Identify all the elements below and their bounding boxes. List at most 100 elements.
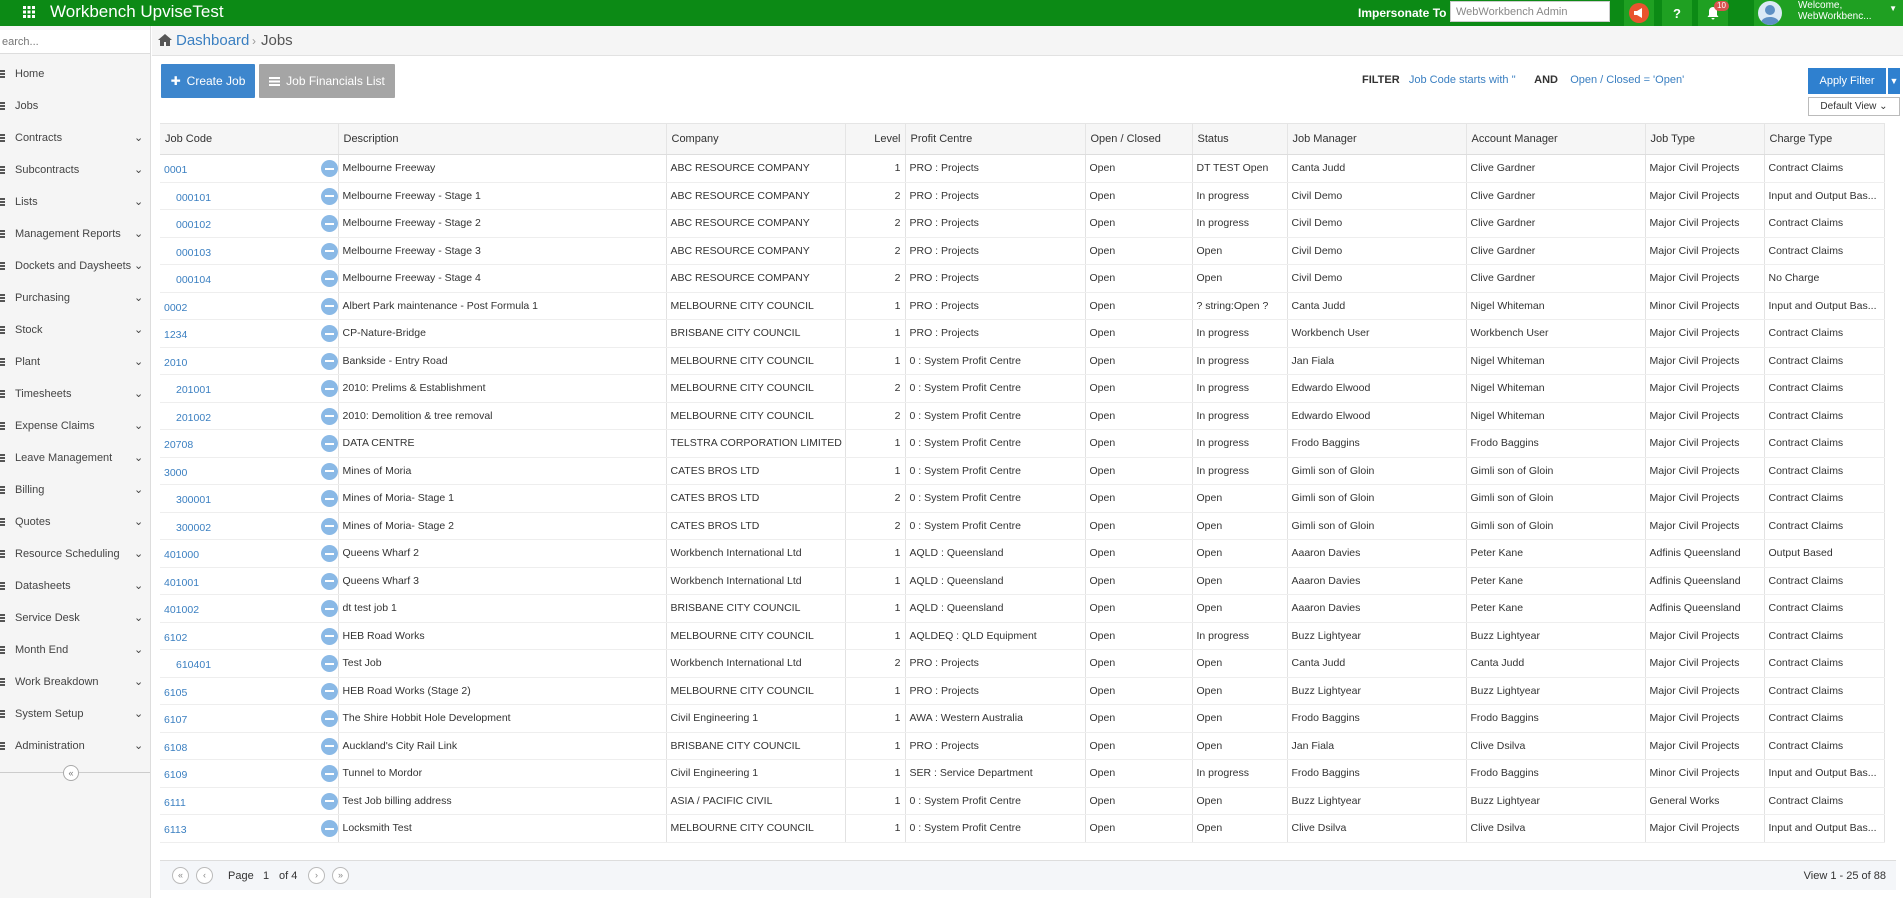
job-code-link[interactable]: 201001 [176,384,211,396]
job-code-link[interactable]: 300002 [176,522,211,534]
sidebar-item-quotes[interactable]: Quotes ⌄ [0,506,150,538]
row-collapse-icon[interactable] [320,792,337,810]
column-header-job-manager[interactable]: Job Manager [1287,123,1467,155]
filter-condition-job-code[interactable]: Job Code starts with '' [1409,74,1516,86]
job-code-link[interactable]: 1234 [164,329,187,341]
row-collapse-icon[interactable] [320,517,337,535]
notifications-button[interactable]: 10 [1698,0,1729,26]
announcement-button[interactable] [1624,0,1654,26]
row-collapse-icon[interactable] [320,325,337,342]
job-code-link[interactable]: 6113 [164,824,187,836]
job-code-link[interactable]: 6109 [164,769,187,781]
column-header-job-code[interactable]: Job Code [160,123,339,155]
table-row[interactable]: 000103 Melbourne Freeway - Stage 3 ABC RES… [160,237,1885,265]
apply-filter-dropdown-icon[interactable]: ▼ [1888,68,1900,94]
row-collapse-icon[interactable] [320,352,337,370]
breadcrumb-dashboard[interactable]: Dashboard [176,32,249,49]
table-row[interactable]: 401002 dt test job 1 BRISBANE CITY COUNCIL… [160,594,1885,623]
sidebar-item-lists[interactable]: Lists ⌄ [0,186,150,218]
column-header-charge-type[interactable]: Charge Type [1764,123,1885,155]
table-row[interactable]: 300002 Mines of Moria- Stage 2 CATES BROS … [160,512,1885,540]
job-code-link[interactable]: 201002 [176,412,211,424]
row-collapse-icon[interactable] [320,820,337,837]
row-collapse-icon[interactable] [320,600,337,617]
sidebar-item-datasheets[interactable]: Datasheets ⌄ [0,570,150,602]
sidebar-item-timesheets[interactable]: Timesheets ⌄ [0,378,150,410]
table-row[interactable]: 6113 Locksmith Test MELBOURNE CITY COUNCIL… [160,814,1885,843]
row-collapse-icon[interactable] [320,242,337,260]
row-collapse-icon[interactable] [320,572,337,590]
job-code-link[interactable]: 401001 [164,577,199,589]
table-row[interactable]: 1234 CP-Nature-Bridge BRISBANE CITY COUNCI… [160,319,1885,348]
job-code-link[interactable]: 6105 [164,687,187,699]
row-collapse-icon[interactable] [320,407,337,425]
job-code-link[interactable]: 6108 [164,742,187,754]
sidebar-item-resource-scheduling[interactable]: Resource Scheduling ⌄ [0,538,150,570]
row-collapse-icon[interactable] [320,380,337,397]
sidebar-item-plant[interactable]: Plant ⌄ [0,346,150,378]
sidebar-item-leave-management[interactable]: Leave Management ⌄ [0,442,150,474]
row-collapse-icon[interactable] [320,297,337,315]
column-header-profit-centre[interactable]: Profit Centre [905,123,1086,155]
table-row[interactable]: 0002 Albert Park maintenance - Post Formu… [160,292,1885,320]
table-row[interactable]: 6105 HEB Road Works (Stage 2) MELBOURNE CI… [160,677,1885,705]
sidebar-search-input[interactable] [0,30,150,54]
row-collapse-icon[interactable] [320,682,337,700]
apply-filter-button[interactable]: Apply Filter [1808,68,1886,94]
row-collapse-icon[interactable] [320,490,337,507]
table-row[interactable]: 6108 Auckland's City Rail Link BRISBANE CI… [160,732,1885,760]
job-code-link[interactable]: 401002 [164,604,199,616]
sidebar-item-billing[interactable]: Billing ⌄ [0,474,150,506]
row-collapse-icon[interactable] [320,765,337,782]
job-code-link[interactable]: 000104 [176,274,211,286]
row-collapse-icon[interactable] [320,160,337,177]
sidebar-item-jobs[interactable]: Jobs [0,90,150,122]
job-code-link[interactable]: 2010 [164,357,187,369]
page-number-input[interactable] [256,866,276,885]
table-row[interactable]: 0001 Melbourne Freeway ABC RESOURCE COMPAN… [160,154,1885,183]
sidebar-item-contracts[interactable]: Contracts ⌄ [0,122,150,154]
job-code-link[interactable]: 20708 [164,439,193,451]
job-code-link[interactable]: 610401 [176,659,211,671]
job-code-link[interactable]: 0002 [164,302,187,314]
table-row[interactable]: 300001 Mines of Moria- Stage 1 CATES BROS … [160,484,1885,513]
column-header-account-manager[interactable]: Account Manager [1466,123,1646,155]
sidebar-item-stock[interactable]: Stock ⌄ [0,314,150,346]
column-header-description[interactable]: Description [338,123,667,155]
table-row[interactable]: 6102 HEB Road Works MELBOURNE CITY COUNCIL… [160,622,1885,650]
table-row[interactable]: 000102 Melbourne Freeway - Stage 2 ABC RES… [160,209,1885,238]
next-page-icon[interactable]: › [308,867,325,884]
job-code-link[interactable]: 300001 [176,494,211,506]
sidebar-item-subcontracts[interactable]: Subcontracts ⌄ [0,154,150,186]
filter-condition-open-closed[interactable]: Open / Closed = 'Open' [1570,74,1684,86]
table-row[interactable]: 2010 Bankside - Entry Road MELBOURNE CITY … [160,347,1885,375]
sidebar-item-purchasing[interactable]: Purchasing ⌄ [0,282,150,314]
sidebar-item-administration[interactable]: Administration ⌄ [0,730,150,762]
table-row[interactable]: 6111 Test Job billing address ASIA / PACIF… [160,787,1885,815]
column-header-status[interactable]: Status [1192,123,1288,155]
table-row[interactable]: 201002 2010: Demolition & tree removal MEL… [160,402,1885,430]
sidebar-item-system-setup[interactable]: System Setup ⌄ [0,698,150,730]
column-header-open-closed[interactable]: Open / Closed [1085,123,1193,155]
table-row[interactable]: 3000 Mines of Moria CATES BROS LTD 1 0 : Sys… [160,457,1885,485]
help-button[interactable]: ? [1662,0,1692,26]
job-code-link[interactable]: 6102 [164,632,187,644]
table-row[interactable]: 6107 The Shire Hobbit Hole Development Civ… [160,704,1885,733]
collapse-icon[interactable]: « [63,765,79,781]
impersonate-input[interactable] [1450,1,1610,22]
job-code-link[interactable]: 3000 [164,467,187,479]
table-row[interactable]: 20708 DATA CENTRE TELSTRA CORPORATION LIMI… [160,429,1885,458]
job-code-link[interactable]: 401000 [164,549,199,561]
last-page-icon[interactable]: » [332,867,349,884]
table-row[interactable]: 610401 Test Job Workbench International Lt… [160,649,1885,678]
table-row[interactable]: 6109 Tunnel to Mordor Civil Engineering 11… [160,759,1885,788]
sidebar-item-home[interactable]: Home [0,58,150,90]
column-header-company[interactable]: Company [666,123,846,155]
job-code-link[interactable]: 000103 [176,247,211,259]
table-row[interactable]: 401001 Queens Wharf 3 Workbench Internatio… [160,567,1885,595]
table-row[interactable]: 000101 Melbourne Freeway - Stage 1 ABC RES… [160,182,1885,210]
row-collapse-icon[interactable] [320,627,337,645]
create-job-button[interactable]: ✚ Create Job [161,64,255,98]
table-row[interactable]: 201001 2010: Prelims & Establishment MELBO… [160,374,1885,403]
previous-page-icon[interactable]: ‹ [196,867,213,884]
